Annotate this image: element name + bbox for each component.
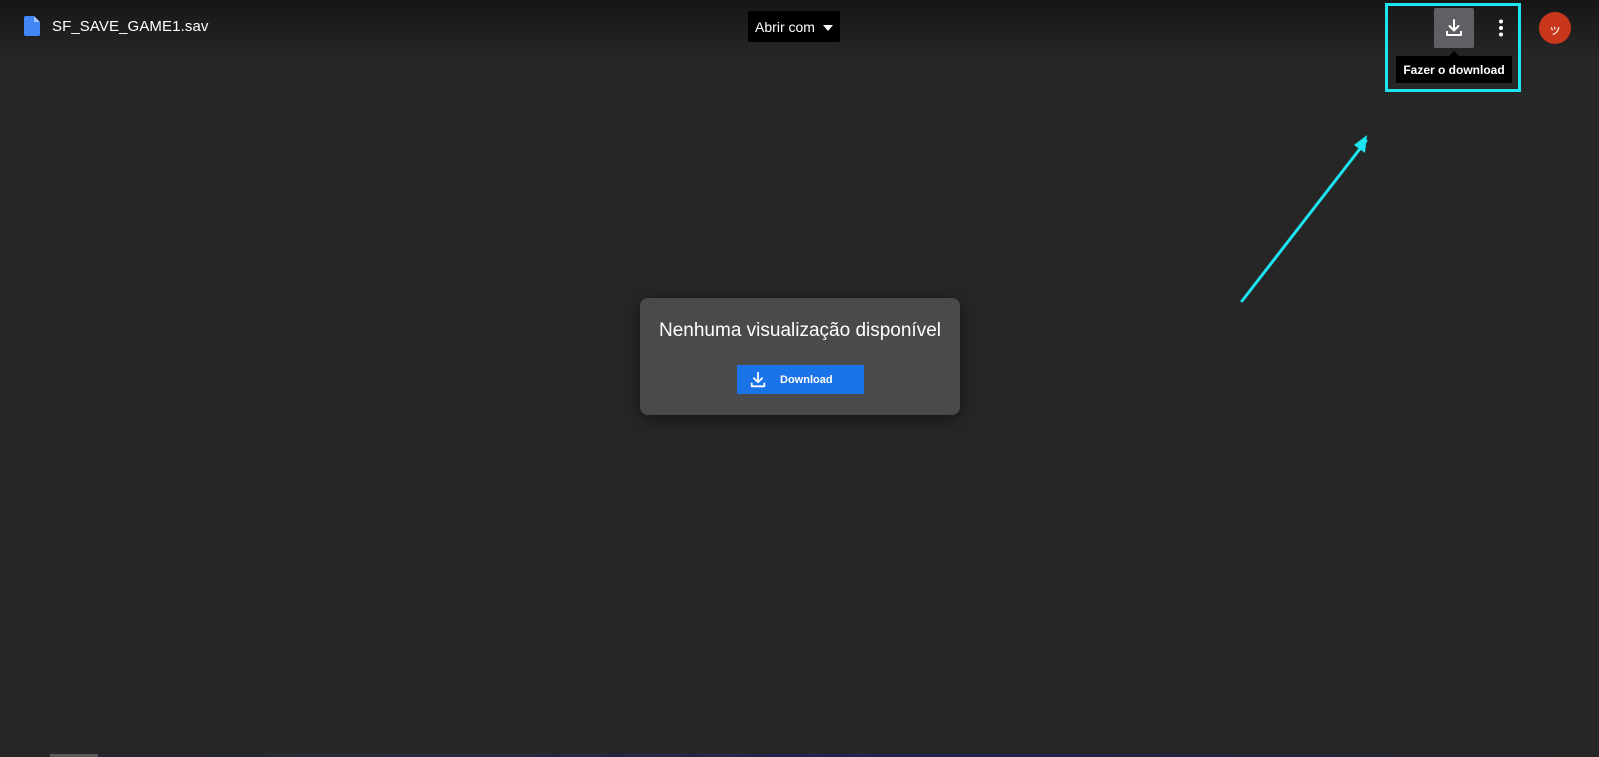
chevron-down-icon <box>822 24 833 31</box>
no-preview-message: Nenhuma visualização disponível <box>659 320 941 341</box>
file-viewer: SF_SAVE_GAME1.sav Abrir com ッ Fazer o do… <box>0 0 1599 757</box>
file-info: SF_SAVE_GAME1.sav <box>24 14 208 38</box>
download-file-button[interactable]: Download <box>737 365 864 394</box>
top-bar: SF_SAVE_GAME1.sav Abrir com ッ <box>0 0 1599 56</box>
more-vert-icon <box>1499 19 1503 37</box>
download-button-label: Download <box>780 373 833 386</box>
download-button[interactable] <box>1434 8 1474 48</box>
more-options-button[interactable] <box>1481 8 1521 48</box>
download-icon <box>1446 19 1462 36</box>
file-name: SF_SAVE_GAME1.sav <box>52 17 209 35</box>
account-avatar[interactable]: ッ <box>1539 12 1571 44</box>
open-with-label: Abrir com <box>755 18 815 35</box>
download-tooltip: Fazer o download <box>1396 56 1512 83</box>
document-icon <box>24 16 40 36</box>
annotation-arrow <box>1240 135 1368 303</box>
no-preview-card: Nenhuma visualização disponível Download <box>640 298 960 415</box>
download-icon <box>750 371 766 387</box>
open-with-button[interactable]: Abrir com <box>748 11 840 42</box>
